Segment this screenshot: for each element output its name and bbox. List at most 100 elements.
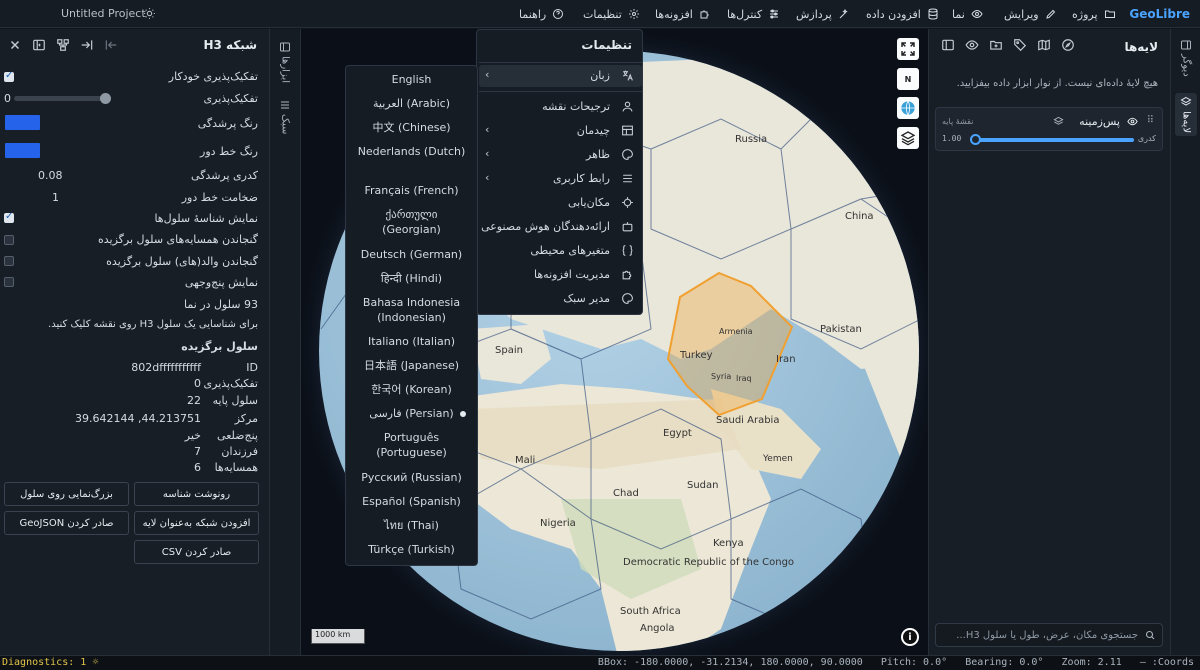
fill-color-swatch[interactable]: [5, 115, 40, 130]
settings-item-ai-providers[interactable]: ارائه‌دهندگان هوش مصنوعی: [479, 216, 642, 238]
settings-item-map-preferences[interactable]: ترجیحات نقشه: [479, 96, 642, 118]
language-option[interactable]: Italiano (Italian): [346, 334, 477, 349]
language-option[interactable]: English: [346, 72, 477, 87]
menu-processing[interactable]: پردازش: [796, 0, 850, 28]
language-option[interactable]: 中文 (Chinese): [346, 120, 477, 135]
opacity-slider[interactable]: [974, 138, 1134, 142]
stroke-color-swatch[interactable]: [5, 143, 40, 158]
location-search-input[interactable]: [940, 626, 1138, 644]
language-option[interactable]: Türkçe (Turkish): [346, 542, 477, 557]
attribution-button[interactable]: i: [901, 628, 919, 646]
folder-plus-icon[interactable]: [989, 38, 1003, 52]
style-rail-label: سبک: [279, 114, 291, 135]
include-neighbors-checkbox[interactable]: [4, 235, 14, 245]
menu-settings[interactable]: تنظیمات: [583, 0, 640, 28]
menu-add-data-label: افزودن داده: [866, 7, 921, 21]
language-option[interactable]: 한국어 (Korean): [346, 382, 477, 397]
menu-project[interactable]: پروژه: [1072, 0, 1116, 28]
language-option[interactable]: ไทย (Thai): [346, 518, 477, 533]
selected-key-resolution: تفکیک‌پذیری: [203, 377, 258, 390]
language-option[interactable]: العربية (Arabic): [346, 96, 477, 111]
menu-add-data[interactable]: افزودن داده: [866, 0, 939, 28]
palette-icon: [622, 149, 633, 160]
language-option[interactable]: 日本語 (Japanese): [346, 358, 477, 373]
language-option[interactable]: Nederlands (Dutch): [346, 144, 477, 159]
menu-edit[interactable]: ویرایش: [1004, 0, 1057, 28]
resolution-slider-thumb[interactable]: [100, 93, 111, 104]
style-rail-button[interactable]: سبک: [274, 99, 296, 134]
map-icon[interactable]: [1037, 38, 1051, 52]
diagnostics-indicator[interactable]: Diagnostics: 1 ☼: [2, 657, 98, 668]
resolution-slider[interactable]: [14, 96, 110, 101]
tools-rail-button[interactable]: ابزارها: [274, 41, 296, 83]
zoom-to-cell-button[interactable]: بزرگ‌نمایی روی سلول: [4, 482, 129, 506]
opacity-value: 1.00: [942, 134, 962, 143]
language-option[interactable]: Français (French): [346, 183, 477, 198]
settings-item-label: متغیرهای محیطی: [530, 244, 610, 257]
language-option[interactable]: Bahasa Indonesia (Indonesian): [346, 295, 477, 325]
auto-resolution-checkbox[interactable]: [4, 70, 14, 82]
settings-item-plugin-manager[interactable]: مدیریت افزونه‌ها: [479, 264, 642, 286]
settings-item-layout[interactable]: › چیدمان: [479, 120, 642, 142]
search-icon[interactable]: [1144, 629, 1156, 641]
project-name[interactable]: Untitled Project: [61, 7, 146, 20]
fill-opacity-label: کدری پرشدگی: [191, 169, 258, 182]
map-status-readout: BBox: -180.0000, -31.2134, 180.0000, 90.…: [598, 657, 1194, 668]
stroke-width-input[interactable]: 1: [52, 191, 59, 204]
settings-item-language[interactable]: › زبان: [479, 65, 642, 87]
layers-rail-button[interactable]: لایه‌ها: [1175, 93, 1197, 137]
location-search-box[interactable]: [935, 623, 1163, 647]
place-label: China: [845, 211, 874, 222]
menu-view[interactable]: نما: [952, 0, 983, 28]
panel-toggle-icon[interactable]: [32, 38, 46, 52]
menu-controls[interactable]: کنترل‌ها: [727, 0, 780, 28]
settings-item-style-manager[interactable]: مدیر سبک: [479, 288, 642, 310]
settings-item-env-vars[interactable]: متغیرهای محیطی: [479, 240, 642, 262]
add-grid-layer-button[interactable]: افزودن شبکه به‌عنوان لایه: [134, 511, 259, 535]
export-csv-button[interactable]: صادر کردن CSV: [134, 540, 259, 564]
language-option[interactable]: ქართული (Georgian): [346, 207, 477, 237]
language-option[interactable]: Русский (Russian): [346, 470, 477, 485]
include-parents-checkbox[interactable]: [4, 256, 14, 266]
network-rail-button[interactable]: دیوگر: [1175, 39, 1197, 77]
arrow-right-to-line-icon[interactable]: [80, 38, 94, 52]
selected-dot-icon: [460, 411, 466, 417]
settings-item-geolocation[interactable]: مکان‌یابی: [479, 192, 642, 214]
panel-toggle-icon[interactable]: [941, 38, 955, 52]
selected-key-id: ID: [246, 361, 258, 374]
eye-icon[interactable]: [965, 38, 979, 52]
export-geojson-button[interactable]: صادر کردن GeoJSON: [4, 511, 129, 535]
eye-icon[interactable]: [1127, 116, 1138, 127]
show-ids-checkbox[interactable]: [4, 211, 14, 223]
menu-plugins[interactable]: افزونه‌ها: [655, 0, 711, 28]
settings-item-appearance[interactable]: › ظاهر: [479, 144, 642, 166]
close-icon[interactable]: [8, 38, 22, 52]
arrow-left-to-line-icon[interactable]: [104, 38, 118, 52]
show-pentagons-checkbox[interactable]: [4, 277, 14, 287]
language-option[interactable]: Español (Spanish): [346, 494, 477, 509]
basemap-layer-card[interactable]: ⠿ پس‌زمینه نقشهٔ پایه 1.00 کدری: [935, 107, 1163, 151]
language-option[interactable]: हिन्दी (Hindi): [346, 271, 477, 286]
menu-help[interactable]: راهنما: [519, 0, 564, 28]
sitemap-icon[interactable]: [56, 38, 70, 52]
language-option[interactable]: Português (Portuguese): [346, 430, 477, 460]
layers-empty-message: هیچ لایهٔ داده‌ای نیست. از نوار ابزار دا…: [956, 78, 1158, 89]
language-option-selected[interactable]: فارسی (Persian): [346, 406, 477, 421]
language-option[interactable]: Deutsch (German): [346, 247, 477, 262]
drag-handle-icon[interactable]: ⠿: [1147, 115, 1154, 126]
copy-id-button[interactable]: رونوشت شناسه: [134, 482, 259, 506]
compass-button[interactable]: N: [897, 68, 919, 90]
place-label: Sudan: [687, 480, 719, 491]
fullscreen-button[interactable]: [897, 38, 919, 60]
sun-icon[interactable]: [143, 7, 156, 20]
tag-icon[interactable]: [1013, 38, 1027, 52]
settings-item-user-interface[interactable]: › رابط کاربری: [479, 168, 642, 190]
layer-switcher-button[interactable]: [897, 127, 919, 149]
globe-projection-button[interactable]: [897, 97, 919, 119]
opacity-label: کدری: [1137, 134, 1156, 143]
tools-rail-label: ابزارها: [279, 56, 291, 84]
opacity-slider-thumb[interactable]: [970, 134, 981, 145]
fill-opacity-input[interactable]: 0.08: [38, 169, 63, 182]
place-label: Mali: [515, 455, 535, 466]
compass-icon[interactable]: [1061, 38, 1075, 52]
